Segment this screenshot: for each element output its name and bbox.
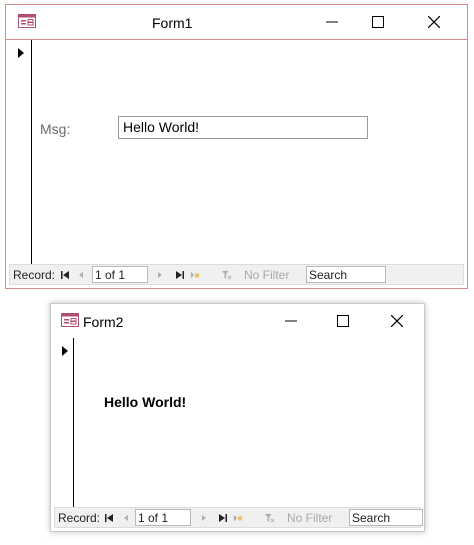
form2-detail-section: Hello World! [52,338,423,507]
record-selector-arrow [18,48,24,58]
last-record-button[interactable] [218,512,228,524]
first-record-button[interactable] [60,269,70,281]
app-icon [18,14,36,28]
minimize-icon [326,21,338,23]
record-selector-arrow [62,346,68,356]
app-icon [61,313,79,327]
close-button[interactable] [374,304,420,338]
previous-record-button[interactable] [121,512,131,524]
maximize-button[interactable] [355,5,401,39]
search-input[interactable]: Search [349,509,423,526]
search-input[interactable]: Search [306,266,386,283]
maximize-button[interactable] [320,304,366,338]
new-record-button[interactable] [190,269,200,281]
msg-textbox[interactable]: Hello World! [118,116,368,139]
form2-titlebar[interactable]: Form2 [51,304,424,338]
maximize-icon [337,315,349,327]
record-selector[interactable] [52,338,74,507]
minimize-button[interactable] [309,5,355,39]
new-record-icon [233,514,243,522]
filter-icon [222,270,232,280]
form1-window: Form1 Msg: Hello World! Record: 1 of 1 N… [5,4,468,289]
filter-status[interactable]: No Filter [287,511,332,525]
filter-button[interactable] [265,512,275,524]
close-icon [428,16,440,28]
last-record-icon [219,514,227,522]
window-title: Form2 [83,314,124,330]
first-record-button[interactable] [104,512,114,524]
close-icon [391,315,403,327]
prev-record-icon [79,272,83,278]
next-record-button[interactable] [155,269,165,281]
form1-detail-section: Msg: Hello World! [7,40,466,264]
filter-icon [265,513,275,523]
new-record-button[interactable] [233,512,243,524]
msg-label: Msg: [40,121,71,137]
last-record-button[interactable] [175,269,185,281]
filter-button[interactable] [222,269,232,281]
new-record-icon [190,271,200,279]
close-button[interactable] [411,5,457,39]
current-record-input[interactable]: 1 of 1 [135,509,191,526]
record-label: Record: [58,511,101,525]
maximize-icon [372,16,384,28]
current-record-input[interactable]: 1 of 1 [92,266,148,283]
previous-record-button[interactable] [76,269,86,281]
next-record-icon [202,515,206,521]
filter-status[interactable]: No Filter [244,268,289,282]
message-text: Hello World! [104,394,187,410]
next-record-icon [158,272,162,278]
record-navigation-bar: Record: 1 of 1 No Filter Search [54,507,423,528]
record-selector[interactable] [7,40,32,264]
record-label: Record: [13,268,56,282]
record-navigation-bar: Record: 1 of 1 No Filter Search [9,264,464,285]
window-title: Form1 [152,15,193,31]
next-record-button[interactable] [199,512,209,524]
last-record-icon [176,271,184,279]
form1-titlebar[interactable]: Form1 [6,5,467,40]
prev-record-icon [124,515,128,521]
first-record-icon [61,271,69,279]
first-record-icon [105,514,113,522]
minimize-button[interactable] [268,304,314,338]
form2-window: Form2 Hello World! Record: 1 of 1 No Fil… [50,303,425,532]
minimize-icon [285,320,297,322]
